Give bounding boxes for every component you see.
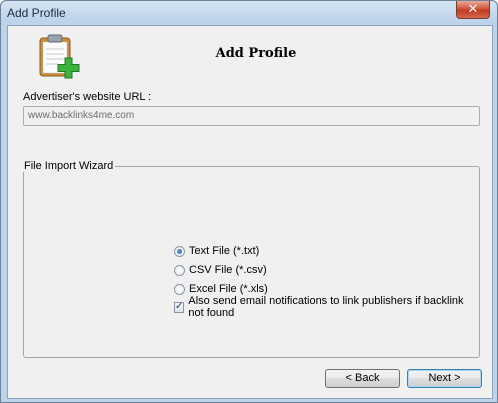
group-legend: File Import Wizard: [23, 160, 116, 172]
notify-checkbox[interactable]: ✓: [174, 301, 185, 313]
csv-file-radio[interactable]: [174, 264, 185, 276]
notify-label: Also send email notifications to link pu…: [188, 295, 464, 319]
url-label: Advertiser's website URL :: [23, 91, 152, 103]
excel-file-label: Excel File (*.xls): [189, 283, 268, 295]
text-file-radio[interactable]: [174, 245, 185, 257]
notify-option[interactable]: ✓ Also send email notifications to link …: [174, 295, 479, 319]
window-title: Add Profile: [7, 6, 66, 20]
next-button[interactable]: Next >: [407, 369, 482, 388]
page-title: Add Profile: [215, 46, 297, 61]
add-profile-window: Add Profile ✕ Add Profile Advertiser's w…: [0, 0, 498, 403]
text-file-option[interactable]: Text File (*.txt): [174, 244, 259, 258]
text-file-label: Text File (*.txt): [189, 245, 260, 257]
url-input[interactable]: www.backlinks4me.com: [23, 106, 480, 126]
excel-file-radio[interactable]: [174, 283, 185, 295]
csv-file-option[interactable]: CSV File (*.csv): [174, 263, 267, 277]
file-import-wizard-group: File Import Wizard Text File (*.txt) CSV…: [23, 160, 480, 358]
close-icon: ✕: [467, 2, 479, 17]
back-button[interactable]: < Back: [325, 369, 400, 388]
csv-file-label: CSV File (*.csv): [189, 264, 267, 276]
excel-file-option[interactable]: Excel File (*.xls): [174, 282, 268, 296]
title-bar[interactable]: Add Profile ✕: [1, 1, 497, 25]
dialog-body: Add Profile Advertiser's website URL : w…: [7, 25, 493, 399]
close-button[interactable]: ✕: [456, 1, 490, 19]
